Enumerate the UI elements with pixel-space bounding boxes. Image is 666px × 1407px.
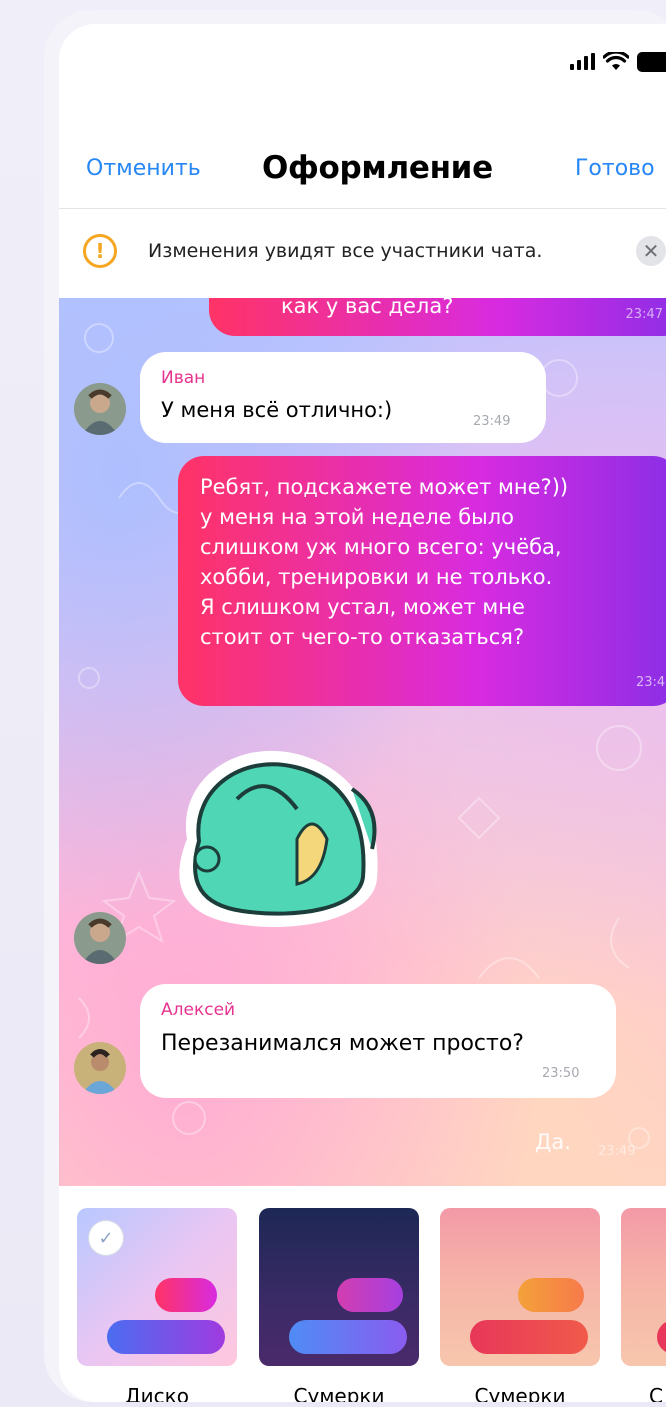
preview-bubble (337, 1278, 403, 1312)
app-screen: Отменить Оформление Готово ! Изменения у… (59, 24, 666, 1402)
message-time: 23:49 (636, 675, 666, 690)
message-text: У меня всё отлично:) (161, 398, 393, 422)
dinosaur-sticker (179, 750, 378, 927)
signal-icon (570, 53, 595, 70)
page-title: Оформление (262, 150, 493, 186)
message-time: 23:49 (598, 1144, 636, 1159)
cancel-button[interactable]: Отменить (86, 156, 201, 181)
incoming-message: Иван У меня всё отлично:) 23:49 (140, 352, 546, 443)
outgoing-message: как у вас дела? 23:47 (209, 298, 666, 336)
outgoing-message-faded: Да. (535, 1130, 571, 1154)
message-text: Перезанимался может просто? (161, 1031, 524, 1056)
sender-name: Иван (161, 368, 206, 388)
preview-bubble (155, 1278, 217, 1312)
banner-text: Изменения увидят все участники чата. (148, 240, 543, 262)
avatar (74, 912, 126, 964)
preview-bubble (657, 1320, 666, 1354)
status-bar (59, 24, 666, 99)
theme-card-disco[interactable]: ✓ (77, 1208, 237, 1366)
theme-label: Сумерки (474, 1384, 566, 1402)
close-icon[interactable]: ✕ (636, 236, 666, 266)
preview-bubble (107, 1320, 225, 1354)
theme-label: С (649, 1384, 663, 1402)
preview-bubble (470, 1320, 588, 1354)
done-button[interactable]: Готово (575, 156, 655, 181)
incoming-message: Алексей Перезанимался может просто? 23:5… (140, 984, 616, 1098)
theme-card-twilight-2[interactable] (440, 1208, 600, 1366)
preview-bubble (289, 1320, 407, 1354)
theme-card-partial[interactable] (621, 1208, 666, 1366)
chat-preview: как у вас дела? 23:47 Иван У меня всё от… (59, 298, 666, 1186)
theme-picker: ✓ Диско Сумерки Сумерки С (59, 1186, 666, 1402)
message-text: Ребят, подскажете может мне?)) у меня на… (200, 475, 569, 649)
theme-label: Диско (125, 1384, 189, 1402)
battery-icon (637, 52, 666, 72)
message-time: 23:50 (542, 1066, 580, 1081)
nav-header: Отменить Оформление Готово (59, 114, 666, 209)
wifi-icon (603, 52, 629, 70)
message-time: 23:47 (625, 307, 663, 322)
outgoing-message: Ребят, подскажете может мне?)) у меня на… (178, 456, 666, 706)
avatar (74, 383, 126, 435)
theme-label: Сумерки (293, 1384, 385, 1402)
info-banner: ! Изменения увидят все участники чата. ✕ (59, 210, 666, 298)
sender-name: Алексей (161, 1000, 236, 1020)
avatar (74, 1042, 126, 1094)
message-text: как у вас дела? (281, 298, 454, 318)
check-icon: ✓ (88, 1220, 124, 1256)
theme-card-twilight[interactable] (259, 1208, 419, 1366)
preview-bubble (518, 1278, 584, 1312)
message-time: 23:49 (473, 414, 511, 429)
warning-icon: ! (83, 234, 117, 268)
